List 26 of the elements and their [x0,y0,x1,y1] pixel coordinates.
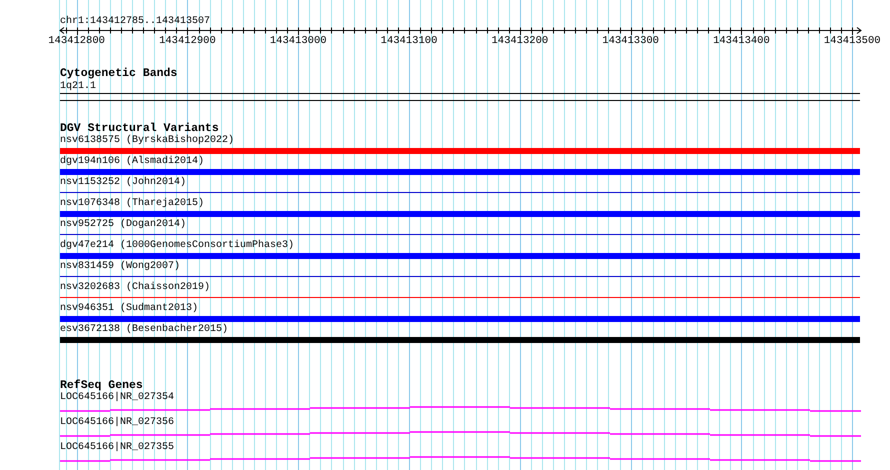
tick-label: 143413100 [380,35,438,47]
tick-label: 143412800 [48,35,105,47]
feature-label: LOC645166|NR_027355 [60,442,174,454]
tick-label: 143413500 [824,35,881,47]
feature-label: nsv6138575 (ByrskaBishop2022) [60,135,234,147]
feature-label: nsv1076348 (Thareja2015) [60,198,204,210]
feature-label: nsv3202683 (Chaisson2019) [60,282,210,294]
feature-label: nsv946351 (Sudmant2013) [60,303,198,315]
tick-label: 143412900 [159,35,216,47]
feature-label: nsv831459 (Wong2007) [60,261,180,273]
track-title: RefSeq Genes [60,380,143,392]
track-title: Cytogenetic Bands [60,68,178,80]
feature-label: 1q21.1 [60,81,96,93]
feature-label: dgv194n106 (Alsmadi2014) [60,156,204,168]
feature-label: nsv1153252 (John2014) [60,177,186,189]
track-title: DGV Structural Variants [60,123,219,135]
feature-label: LOC645166|NR_027354 [60,392,174,404]
tick-label: 143413400 [713,35,770,47]
ruler-label: chr1:143412785..143413507 [60,16,210,28]
feature-label: dgv47e214 (1000GenomesConsortiumPhase3) [60,240,294,252]
feature-label: LOC645166|NR_027356 [60,417,174,429]
feature-label: esv3672138 (Besenbacher2015) [60,324,228,336]
tick-label: 143413300 [602,35,659,47]
feature-label: nsv952725 (Dogan2014) [60,219,186,231]
tick-label: 143413200 [491,35,548,47]
tick-label: 143413000 [270,35,327,47]
